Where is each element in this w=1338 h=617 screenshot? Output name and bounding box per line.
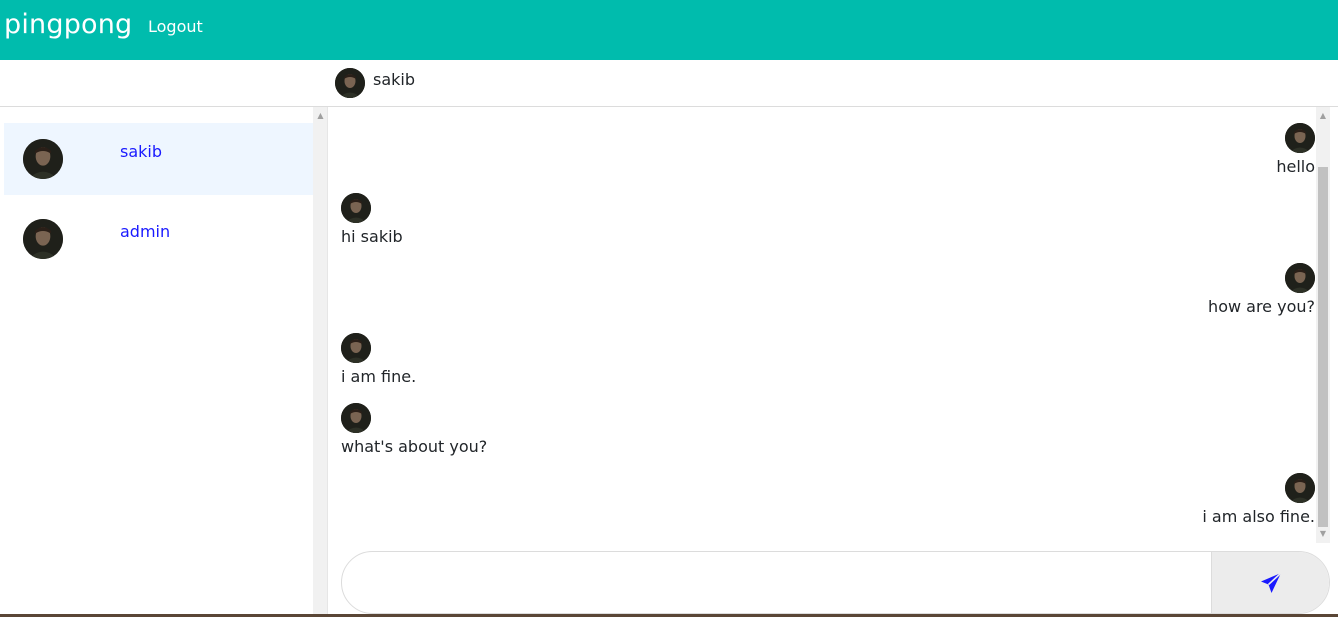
message-avatar	[1285, 473, 1315, 503]
scroll-down-arrow-icon[interactable]: ▼	[1316, 529, 1330, 538]
message-avatar	[341, 193, 371, 223]
contact-avatar	[23, 139, 63, 179]
paper-plane-icon	[1260, 571, 1282, 593]
message-avatar	[1285, 263, 1315, 293]
message-text: hi sakib	[341, 227, 403, 246]
message-composer	[341, 551, 1330, 614]
message-avatar	[1285, 123, 1315, 153]
chat-header-name: sakib	[373, 70, 416, 89]
message-text: what's about you?	[341, 437, 488, 456]
contact-list: sakib admin	[0, 107, 317, 617]
message-scrollbar[interactable]: ▲ ▼	[1316, 107, 1330, 543]
send-button[interactable]	[1211, 552, 1329, 613]
scrollbar-thumb[interactable]	[1318, 167, 1328, 527]
brand-logo[interactable]: pingpong	[4, 9, 132, 40]
scroll-up-arrow-icon[interactable]: ▲	[1316, 111, 1330, 120]
chat-header: sakib	[0, 60, 1338, 107]
message-avatar	[341, 403, 371, 433]
logout-link[interactable]: Logout	[148, 17, 203, 36]
contact-item-sakib[interactable]: sakib	[4, 123, 317, 195]
message-outgoing: hello	[1115, 123, 1315, 183]
chat-header-avatar	[335, 68, 365, 98]
message-input[interactable]	[342, 552, 1212, 613]
message-text: i am also fine.	[1202, 507, 1315, 526]
contact-name[interactable]: sakib	[120, 142, 162, 161]
message-incoming: what's about you?	[341, 403, 641, 463]
contact-avatar	[23, 219, 63, 259]
contact-name[interactable]: admin	[120, 222, 170, 241]
scroll-up-arrow-icon[interactable]: ▲	[313, 111, 328, 120]
message-list: hello hi sakib how are you? i am fine. w…	[329, 107, 1330, 542]
sidebar-scrollbar[interactable]: ▲	[313, 107, 328, 617]
message-text: hello	[1276, 157, 1315, 176]
message-incoming: hi sakib	[341, 193, 641, 253]
message-outgoing: how are you?	[1015, 263, 1315, 323]
message-avatar	[341, 333, 371, 363]
message-incoming: i am fine.	[341, 333, 641, 393]
contact-item-admin[interactable]: admin	[4, 203, 317, 275]
message-text: i am fine.	[341, 367, 417, 386]
navbar: pingpong Logout	[0, 0, 1338, 60]
message-outgoing: i am also fine.	[1015, 473, 1315, 533]
message-text: how are you?	[1208, 297, 1315, 316]
